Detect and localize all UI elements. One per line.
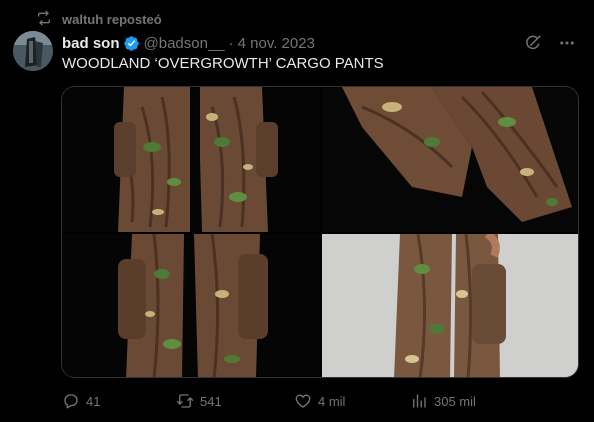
reply-icon [62, 392, 80, 410]
cargo-pants-front-photo[interactable] [62, 87, 320, 232]
repost-line: waltuh reposteó [36, 9, 162, 29]
reply-button[interactable]: 41 [62, 392, 176, 410]
avatar[interactable] [13, 31, 53, 71]
repost-label[interactable]: waltuh reposteó [62, 12, 162, 27]
views-chart-icon [410, 392, 428, 410]
tweet-end-actions [566, 394, 594, 422]
cargo-pants-knee-detail-photo[interactable] [322, 87, 578, 232]
author-display-name[interactable]: bad son [62, 35, 120, 52]
media-grid [61, 86, 579, 378]
heart-icon [294, 392, 312, 410]
views-button[interactable]: 305 mil [410, 392, 528, 410]
repost-icon [36, 10, 52, 29]
repost-button[interactable]: 541 [176, 392, 294, 410]
tweet-header: bad son @badson__ · 4 nov. 2023 [62, 33, 315, 53]
grok-icon[interactable] [524, 34, 542, 52]
verified-badge-icon[interactable] [123, 35, 140, 52]
repost-action-icon [176, 392, 194, 410]
more-icon[interactable] [558, 34, 576, 52]
like-button[interactable]: 4 mil [294, 392, 410, 410]
tweet-text: WOODLAND ‘OVERGROWTH’ CARGO PANTS [62, 55, 384, 72]
cargo-pants-worn-photo[interactable] [322, 234, 578, 377]
reply-count: 41 [86, 393, 101, 409]
like-count: 4 mil [318, 393, 346, 409]
header-actions [524, 33, 576, 53]
author-handle[interactable]: @badson__ [144, 35, 225, 52]
header-separator: · [228, 34, 234, 52]
tweet-actions: 41 541 4 mil 305 mil [62, 390, 594, 422]
repost-count: 541 [200, 393, 222, 409]
views-count: 305 mil [434, 393, 476, 409]
tweet-date[interactable]: 4 nov. 2023 [238, 35, 315, 52]
cargo-pants-pocket-detail-photo[interactable] [62, 234, 320, 377]
tweet[interactable]: waltuh reposteó bad son @badson__ · 4 no… [0, 0, 594, 422]
